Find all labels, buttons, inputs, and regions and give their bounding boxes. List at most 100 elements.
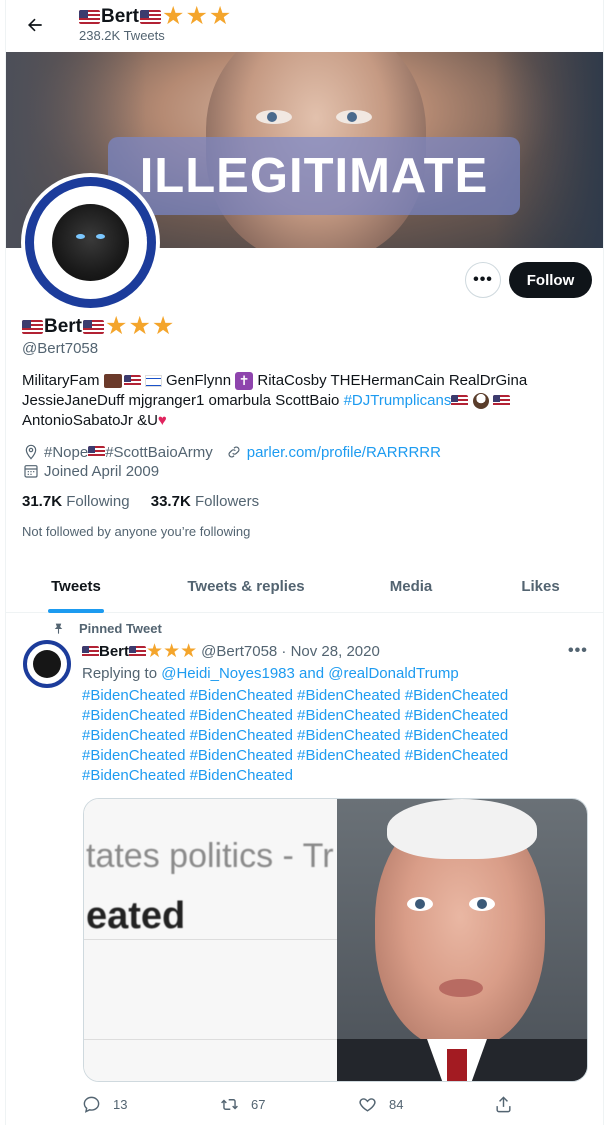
like-icon xyxy=(359,1098,376,1112)
star-icon: ★ xyxy=(146,641,164,662)
following-label: Following xyxy=(66,493,130,510)
following-link[interactable]: 31.7K Following xyxy=(22,493,130,510)
tweet-line[interactable]: #BidenCheated #BidenCheated xyxy=(82,766,582,786)
pinned-label: Pinned Tweet xyxy=(52,621,162,636)
us-flag-icon xyxy=(129,645,147,658)
media-text-2: eated xyxy=(86,895,186,937)
tweet-handle-date[interactable]: @Bert7058 · Nov 28, 2020 xyxy=(201,643,380,660)
tweet-line[interactable]: #BidenCheated #BidenCheated #BidenCheate… xyxy=(82,706,582,726)
header-name: Bert ★ ★ ★ xyxy=(79,4,231,29)
panther-image xyxy=(52,204,129,281)
like-button[interactable]: 84 xyxy=(358,1095,403,1114)
tweet-author[interactable]: Bert xyxy=(99,643,129,660)
profile-avatar[interactable]: BERT BLUEHAND BLUEHAND xyxy=(21,173,160,312)
tab-likes[interactable]: Likes xyxy=(476,560,603,613)
profile-page: Bert ★ ★ ★ 238.2K Tweets ILLEGITIMATE BE… xyxy=(5,0,604,1125)
tweet-more-button[interactable]: ••• xyxy=(568,642,588,660)
bio-part-4: AntonioSabatoJr &U xyxy=(22,412,158,429)
reply-count: 13 xyxy=(113,1097,128,1112)
banner-text: ILLEGITIMATE xyxy=(108,137,520,215)
us-flag-icon xyxy=(82,645,99,658)
cross-emoji-icon: ✝ xyxy=(235,372,254,391)
replying-prefix: Replying to xyxy=(82,665,162,682)
back-arrow-icon xyxy=(28,18,42,32)
like-count: 84 xyxy=(389,1097,404,1112)
star-icon: ★ xyxy=(185,2,208,30)
link-icon xyxy=(225,443,243,461)
follow-stats: 31.7K Following 33.7K Followers xyxy=(22,493,259,510)
us-flag-icon xyxy=(123,375,141,388)
tweet-header: Bert ★ ★ ★ @Bert7058 · Nov 28, 2020 xyxy=(82,642,380,661)
tab-label: Tweets xyxy=(51,578,101,595)
star-icon: ★ xyxy=(151,312,175,340)
profile-bio: MilitaryFam GenFlynn ✝ RitaCosby THEHerm… xyxy=(22,371,582,431)
star-icon: ★ xyxy=(162,2,185,30)
tweet-media[interactable]: tates politics - Tr eated xyxy=(83,798,588,1082)
profile-meta: #Nope #ScottBaioArmy parler.com/profile/… xyxy=(22,443,441,461)
joined-row: Joined April 2009 xyxy=(22,462,159,480)
not-followed-note: Not followed by anyone you’re following xyxy=(22,524,251,539)
website-link[interactable]: parler.com/profile/RARRRRR xyxy=(247,444,441,461)
share-button[interactable] xyxy=(494,1095,513,1114)
us-flag-icon xyxy=(140,9,162,24)
more-options-button[interactable]: ••• xyxy=(465,262,501,298)
following-count: 31.7K xyxy=(22,493,63,510)
tab-tweets-replies[interactable]: Tweets & replies xyxy=(146,560,346,613)
us-flag-icon xyxy=(492,395,510,408)
followers-link[interactable]: 33.7K Followers xyxy=(151,493,259,510)
israel-flag-icon xyxy=(144,375,162,388)
avatar-ring-top: BERT xyxy=(78,190,103,200)
us-flag-icon xyxy=(83,319,105,334)
train-emoji-icon xyxy=(103,374,122,389)
tweet-line[interactable]: #BidenCheated #BidenCheated #BidenCheate… xyxy=(82,726,582,746)
reply-icon xyxy=(83,1096,100,1113)
eagle-emoji-icon xyxy=(472,393,489,410)
pin-icon xyxy=(54,623,63,634)
us-flag-icon xyxy=(451,395,469,408)
tab-label: Likes xyxy=(521,578,560,595)
location-tag: #ScottBaioArmy xyxy=(105,443,213,461)
bio-hashtag-link[interactable]: #DJTrumplicans xyxy=(344,392,452,409)
followers-label: Followers xyxy=(194,493,260,510)
header-name-text: Bert xyxy=(101,5,140,27)
bio-part-2: GenFlynn xyxy=(161,372,236,389)
us-flag-icon xyxy=(22,319,43,334)
calendar-icon xyxy=(22,462,40,480)
tweet-avatar[interactable] xyxy=(23,640,71,688)
us-flag-icon xyxy=(88,446,106,458)
media-photo[interactable] xyxy=(337,799,587,1081)
active-tab-indicator xyxy=(48,609,104,613)
star-icon: ★ xyxy=(128,312,151,340)
profile-name: Bert ★ ★ ★ xyxy=(22,314,174,339)
tweet-line[interactable]: #BidenCheated #BidenCheated #BidenCheate… xyxy=(82,686,582,706)
retweet-icon xyxy=(221,1099,238,1110)
share-icon xyxy=(496,1096,511,1113)
tab-label: Tweets & replies xyxy=(187,578,305,595)
retweet-button[interactable]: 67 xyxy=(220,1095,265,1114)
reply-button[interactable]: 13 xyxy=(82,1095,127,1114)
star-icon: ★ xyxy=(163,641,181,662)
us-flag-icon xyxy=(79,9,100,24)
replying-to-users[interactable]: @Heidi_Noyes1983 and @realDonaldTrump xyxy=(161,665,459,682)
follow-button[interactable]: Follow xyxy=(509,262,592,298)
tweet-count: 238.2K Tweets xyxy=(79,28,165,43)
star-icon: ★ xyxy=(105,312,128,340)
star-icon: ★ xyxy=(180,641,198,662)
tweet-line[interactable]: #BidenCheated #BidenCheated #BidenCheate… xyxy=(82,746,582,766)
location-icon xyxy=(22,443,40,461)
tab-tweets[interactable]: Tweets xyxy=(6,560,146,613)
tab-media[interactable]: Media xyxy=(346,560,476,613)
avatar-ring-right: BLUEHAND xyxy=(131,211,147,249)
back-button[interactable] xyxy=(20,10,50,40)
profile-name-text: Bert xyxy=(44,315,83,337)
tweet-text: #BidenCheated #BidenCheated #BidenCheate… xyxy=(82,686,582,786)
profile-handle: @Bert7058 xyxy=(22,340,99,357)
retweet-count: 67 xyxy=(251,1097,266,1112)
media-screenshot[interactable]: tates politics - Tr eated xyxy=(84,799,337,1081)
top-bar: Bert ★ ★ ★ 238.2K Tweets xyxy=(6,0,603,50)
star-icon: ★ xyxy=(208,2,232,30)
tweet-actions: 13 67 84 xyxy=(82,1095,522,1117)
tab-label: Media xyxy=(389,578,433,595)
pinned-text: Pinned Tweet xyxy=(79,621,162,636)
heart-emoji-icon: ♥ xyxy=(157,412,167,429)
